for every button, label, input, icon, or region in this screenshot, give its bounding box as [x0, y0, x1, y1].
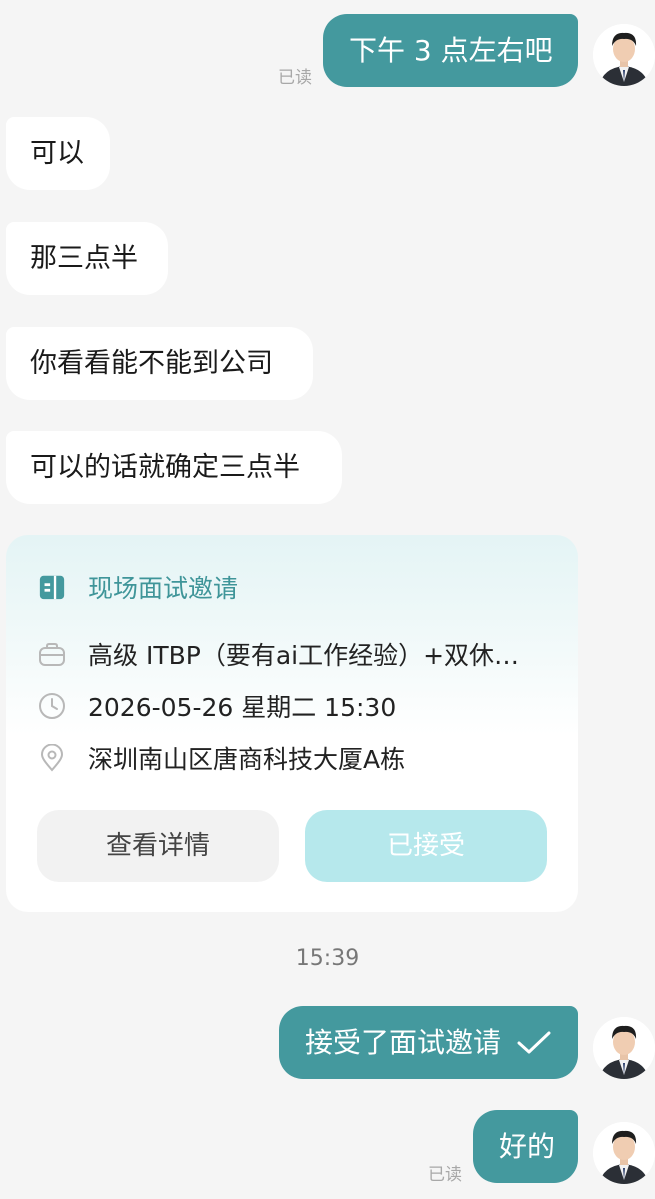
read-receipt: 已读 — [278, 68, 312, 88]
card-title: 现场面试邀请 — [88, 574, 239, 603]
interview-invitation-card[interactable]: 现场面试邀请 高级 ITBP（要有ai工作经验）+双休… 2026-05-26 … — [6, 535, 578, 912]
message-bubble-sent[interactable]: 接受了面试邀请 — [279, 1006, 578, 1079]
location-pin-icon — [38, 744, 66, 772]
interview-address: 深圳南山区唐商科技大厦A栋 — [88, 745, 406, 774]
message-bubble-sent[interactable]: 好的 — [473, 1110, 578, 1183]
accepted-message-text: 接受了面试邀请 — [305, 1026, 502, 1059]
accepted-button[interactable]: 已接受 — [305, 810, 547, 882]
message-bubble-received[interactable]: 你看看能不能到公司 — [6, 327, 313, 400]
message-bubble-sent[interactable]: 下午 3 点左右吧 — [323, 14, 578, 87]
avatar[interactable] — [593, 1122, 655, 1184]
view-details-button[interactable]: 查看详情 — [37, 810, 279, 882]
message-bubble-received[interactable]: 可以 — [6, 117, 110, 190]
message-timestamp: 15:39 — [295, 946, 360, 971]
clock-icon — [38, 692, 66, 720]
job-title: 高级 ITBP（要有ai工作经验）+双休… — [88, 641, 520, 670]
interview-datetime: 2026-05-26 星期二 15:30 — [88, 693, 397, 722]
message-bubble-received[interactable]: 可以的话就确定三点半 — [6, 431, 342, 504]
datetime-row: 2026-05-26 星期二 15:30 — [38, 688, 396, 724]
briefcase-icon — [38, 640, 66, 668]
card-header: 现场面试邀请 — [38, 569, 238, 605]
read-receipt: 已读 — [428, 1165, 462, 1185]
avatar[interactable] — [593, 24, 655, 86]
avatar[interactable] — [593, 1017, 655, 1079]
address-row: 深圳南山区唐商科技大厦A栋 — [38, 740, 405, 776]
message-bubble-received[interactable]: 那三点半 — [6, 222, 168, 295]
building-icon — [38, 573, 66, 601]
job-row: 高级 ITBP（要有ai工作经验）+双休… — [38, 636, 519, 672]
checkmark-icon — [517, 1031, 551, 1055]
